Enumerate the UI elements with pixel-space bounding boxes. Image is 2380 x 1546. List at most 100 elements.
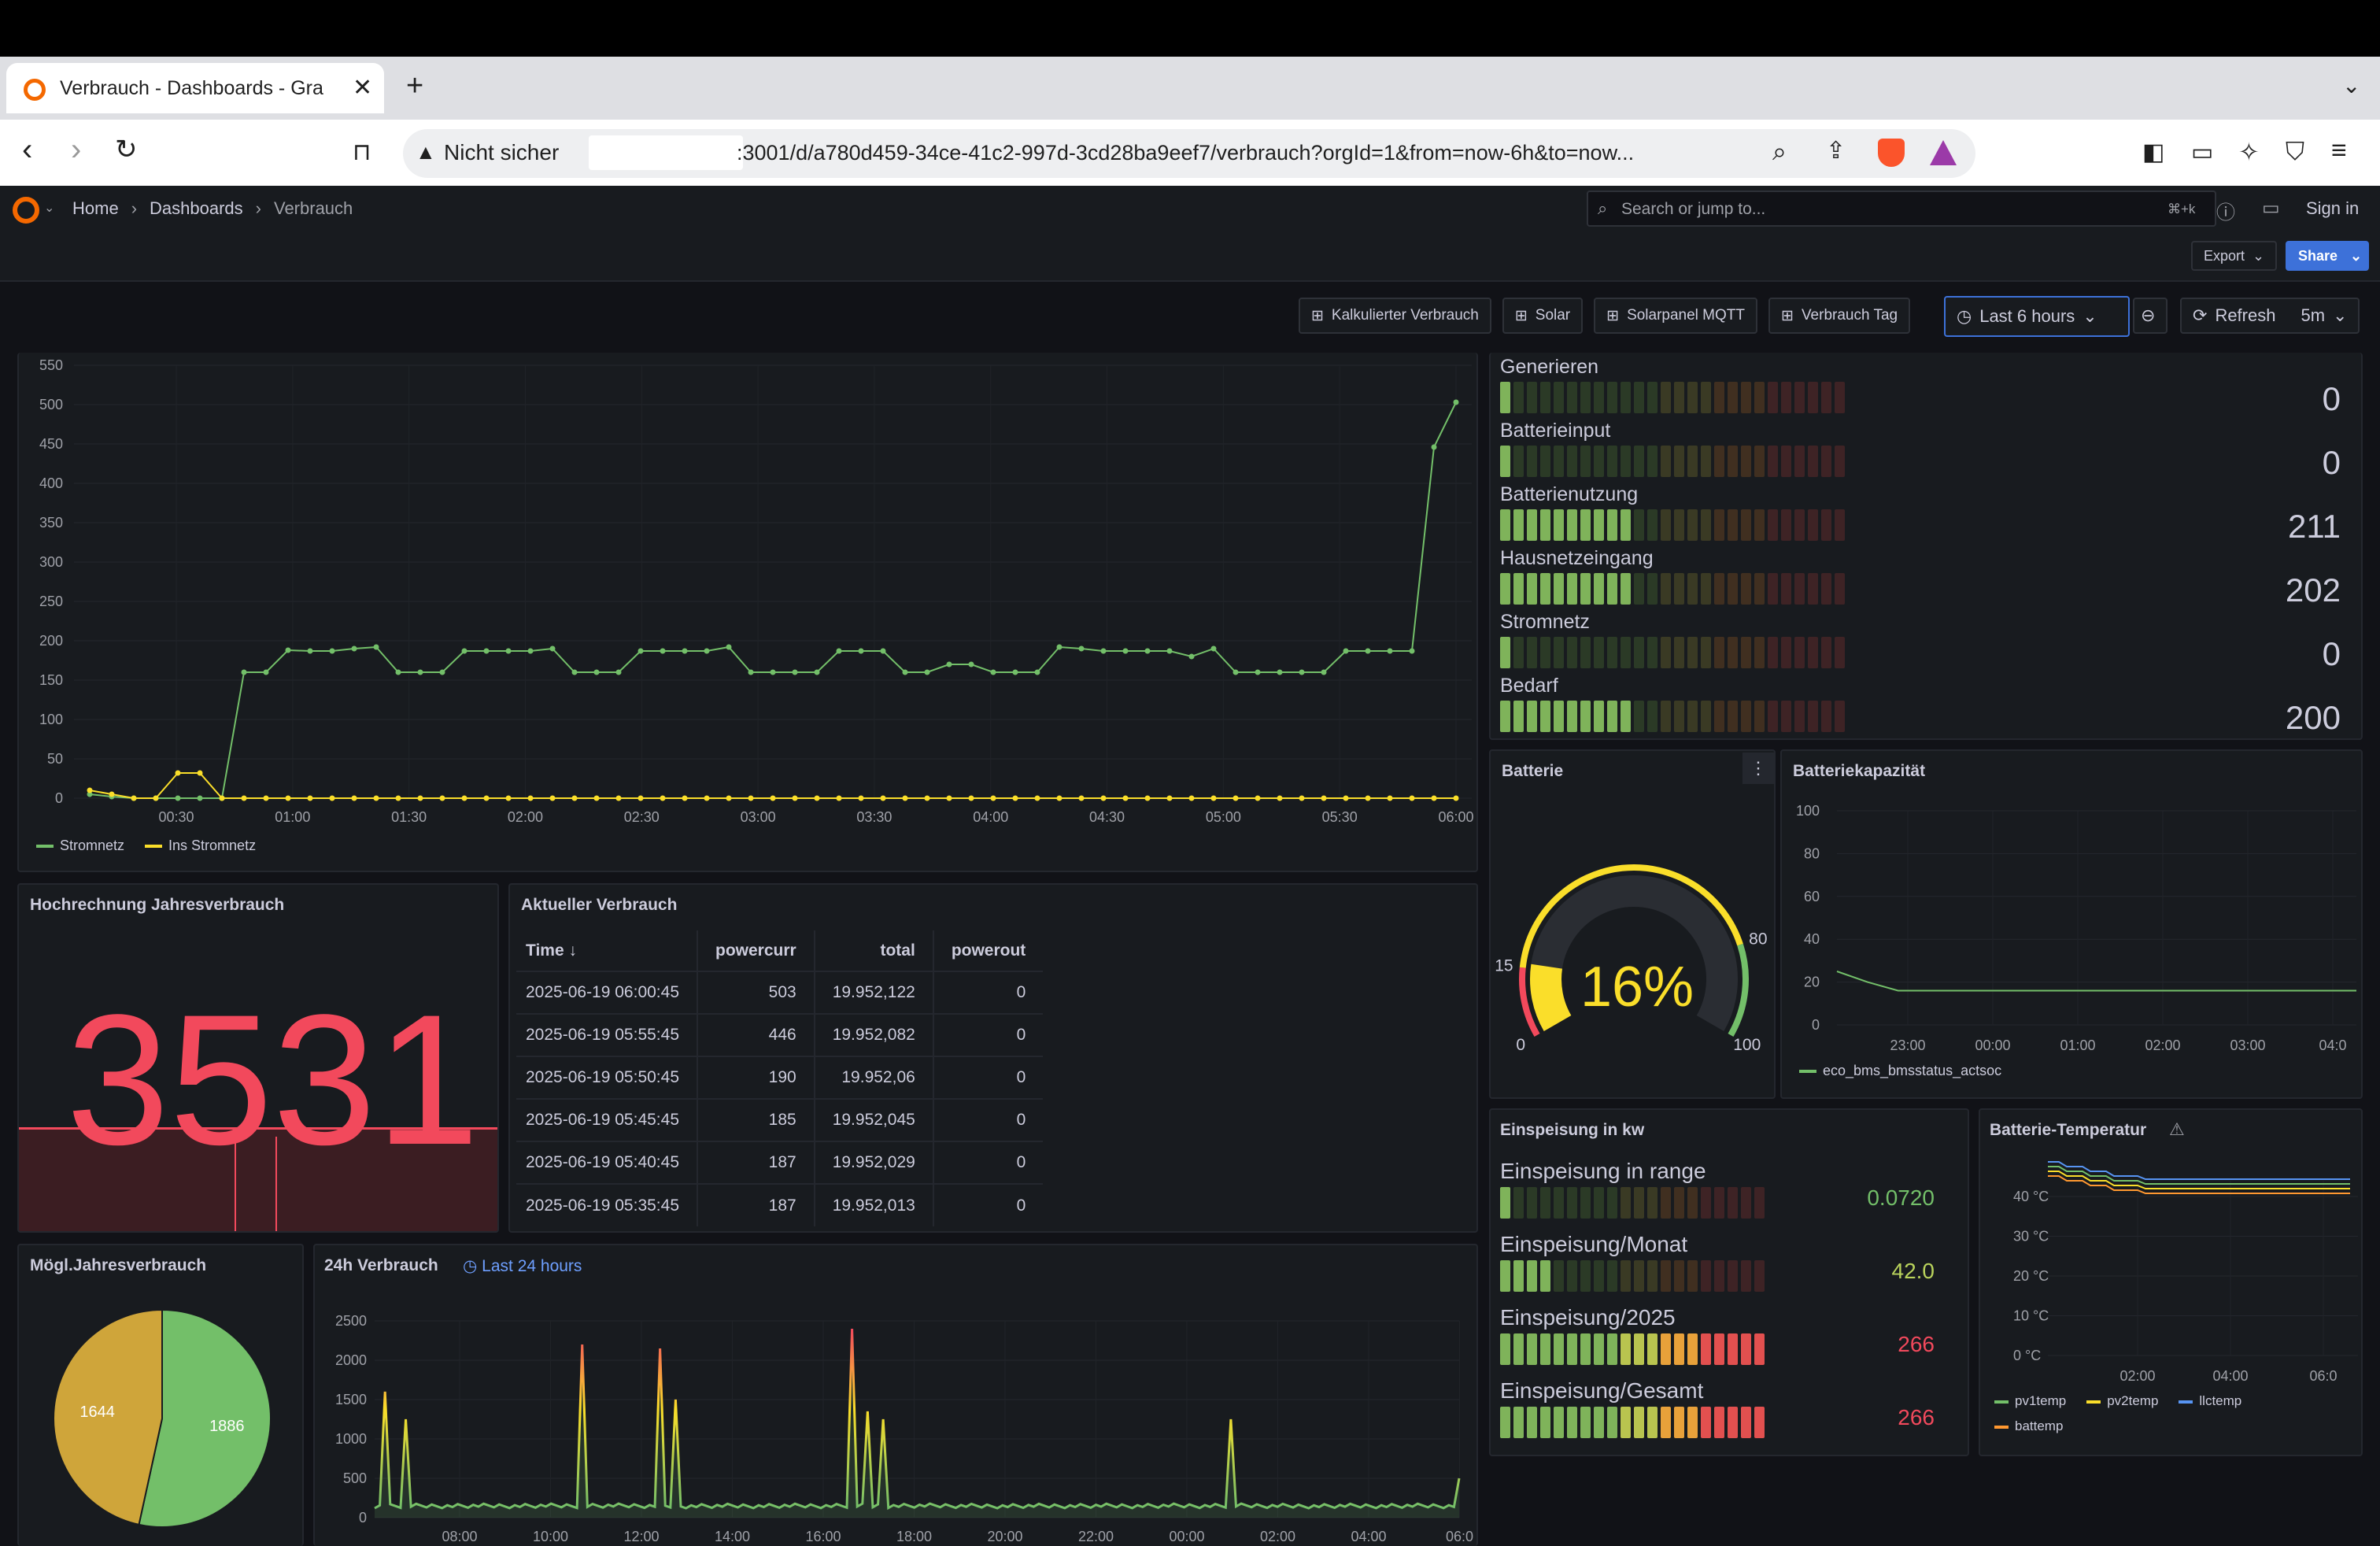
table-row[interactable]: 2025-06-19 05:55:45 446 19.952,082 0 xyxy=(516,1013,1044,1056)
data-point xyxy=(395,795,401,801)
legend-label: pv2temp xyxy=(2107,1393,2159,1408)
table-row[interactable]: 2025-06-19 06:00:45 503 19.952,122 0 xyxy=(516,971,1044,1014)
table-row[interactable]: 2025-06-19 05:50:45 190 19.952,06 0 xyxy=(516,1056,1044,1099)
table-cell: 0 xyxy=(932,1013,1044,1056)
gauge-cell xyxy=(1647,701,1658,732)
menu-icon[interactable]: ≡ xyxy=(2331,135,2347,166)
y-tick-label: 20 °C xyxy=(2013,1268,2049,1284)
help-icon[interactable]: ⓘ xyxy=(2216,197,2235,224)
gauge-cell xyxy=(1607,1187,1617,1219)
gauge-cell xyxy=(1500,573,1510,605)
gauge-cell xyxy=(1687,509,1698,541)
brave-shield-icon[interactable] xyxy=(1878,139,1905,167)
tab-list-chevron-icon[interactable]: ⌄ xyxy=(2342,72,2360,98)
column-header-total[interactable]: total xyxy=(813,930,933,971)
table-row[interactable]: 2025-06-19 05:45:45 185 19.952,045 0 xyxy=(516,1098,1044,1141)
bookmark-icon[interactable]: ⊓ xyxy=(353,139,371,166)
legend-item-ins-stromnetz[interactable]: Ins Stromnetz xyxy=(145,838,256,854)
zoom-out-button[interactable]: ⊖ xyxy=(2133,298,2168,334)
x-tick-label: 00:30 xyxy=(158,809,194,825)
column-header-powerout[interactable]: powerout xyxy=(932,930,1044,971)
x-tick-label: 06:00 xyxy=(1438,809,1473,825)
grafana-logo-icon[interactable] xyxy=(13,197,39,224)
sign-in-link[interactable]: Sign in xyxy=(2306,198,2359,219)
breadcrumb-home[interactable]: Home xyxy=(72,198,119,219)
back-icon[interactable]: ‹ xyxy=(22,132,32,168)
share-button[interactable]: Share ⌄ xyxy=(2286,241,2369,271)
y-tick-label: 0 xyxy=(1812,1017,1820,1033)
gauge-cell xyxy=(1794,573,1805,605)
brave-rewards-icon[interactable] xyxy=(1930,140,1957,165)
data-point xyxy=(1078,645,1085,652)
data-point xyxy=(549,795,556,801)
data-point xyxy=(549,645,556,652)
new-tab-icon[interactable]: + xyxy=(406,69,423,103)
close-tab-icon[interactable]: ✕ xyxy=(353,74,372,102)
legend-item-pv1temp[interactable]: pv1temp xyxy=(1994,1393,2066,1409)
legend-item-pv2temp[interactable]: pv2temp xyxy=(2086,1393,2158,1409)
column-header-powercurr[interactable]: powercurr xyxy=(697,930,815,971)
gauge-cell xyxy=(1554,446,1564,477)
browser-tab[interactable]: Verbrauch - Dashboards - Gra ✕ xyxy=(6,63,384,113)
gauge-cell xyxy=(1500,1407,1510,1438)
reload-icon[interactable]: ↻ xyxy=(115,134,138,165)
link-solar[interactable]: ⊞ Solar xyxy=(1502,298,1584,334)
breadcrumb-dashboards[interactable]: Dashboards xyxy=(150,198,243,219)
logo-chevron-icon[interactable]: ⌄ xyxy=(44,200,54,216)
zoom-icon[interactable]: ⌕ xyxy=(1772,137,1787,167)
gauge-cell xyxy=(1540,1333,1550,1365)
data-point xyxy=(1188,653,1195,660)
gauge-cell xyxy=(1687,446,1698,477)
column-header-time[interactable]: Time ↓ xyxy=(516,930,697,971)
data-point xyxy=(990,795,996,801)
share-label: Share xyxy=(2298,247,2338,264)
kiosk-icon[interactable]: ▭ xyxy=(2262,197,2280,220)
link-verbrauch-tag[interactable]: ⊞ Verbrauch Tag xyxy=(1768,298,1911,334)
data-point xyxy=(1122,795,1129,801)
gauge-cell xyxy=(1674,701,1684,732)
table-cell: 2025-06-19 05:40:45 xyxy=(516,1141,697,1184)
time-range-picker[interactable]: ◷ Last 6 hours ⌄ xyxy=(1944,296,2130,337)
data-point xyxy=(792,669,798,675)
wallet-icon[interactable]: ▭ xyxy=(2191,139,2213,166)
legend-item-llctemp[interactable]: llctemp xyxy=(2179,1393,2241,1409)
legend-item-actsoc[interactable]: eco_bms_bmsstatus_actsoc xyxy=(1799,1063,2001,1079)
leo-ai-icon[interactable]: ✧ xyxy=(2238,137,2260,167)
gauge-cell xyxy=(1741,382,1751,413)
einspeisung-3-value: 266 xyxy=(1898,1405,1935,1429)
gauge-cell xyxy=(1674,446,1684,477)
link-kalkulierter-verbrauch[interactable]: ⊞ Kalkulierter Verbrauch xyxy=(1299,298,1491,334)
refresh-button[interactable]: ⟳ Refresh 5m ⌄ xyxy=(2180,298,2360,334)
gauge-cell xyxy=(1835,382,1845,413)
gauge-cell xyxy=(1634,509,1644,541)
legend-swatch xyxy=(1994,1425,2009,1429)
share-page-icon[interactable]: ⇪ xyxy=(1826,137,1846,165)
gauge-cell xyxy=(1674,509,1684,541)
search-input[interactable]: ⌕ Search or jump to... ⌘+k xyxy=(1587,190,2216,227)
table-row[interactable]: 2025-06-19 05:40:45 187 19.952,029 0 xyxy=(516,1141,1044,1184)
einspeisung-1-bar xyxy=(1500,1260,1768,1296)
vpn-shield-icon[interactable]: ⛉ xyxy=(2286,137,2304,167)
export-button[interactable]: Export ⌄ xyxy=(2191,241,2278,271)
stat-value: 3531 xyxy=(66,976,480,1184)
data-point xyxy=(1255,669,1261,675)
gauge-cell xyxy=(1835,573,1845,605)
search-placeholder: Search or jump to... xyxy=(1621,200,1766,218)
gauge-cell xyxy=(1580,1260,1591,1292)
os-menu-bar xyxy=(0,0,2380,57)
legend-item-battemp[interactable]: battemp xyxy=(1994,1418,2152,1434)
gauge-cell xyxy=(1607,573,1617,605)
legend-item-stromnetz[interactable]: Stromnetz xyxy=(36,838,124,854)
sidebar-toggle-icon[interactable]: ◧ xyxy=(2142,139,2164,166)
table-cell: 19.952,122 xyxy=(813,971,933,1014)
link-solarpanel-mqtt[interactable]: ⊞ Solarpanel MQTT xyxy=(1594,298,1758,334)
data-point xyxy=(109,791,115,797)
y-tick-label: 0 xyxy=(359,1510,367,1526)
table-row[interactable]: 2025-06-19 05:35:45 187 19.952,013 0 xyxy=(516,1183,1044,1226)
legend-label: Ins Stromnetz xyxy=(168,838,257,853)
bargauge-3-label: Hausnetzeingang xyxy=(1500,547,1654,569)
address-bar[interactable]: ▲ Nicht sicher :3001/d/a780d459-34ce-41c… xyxy=(403,129,1975,178)
data-point xyxy=(1299,669,1305,675)
table-cell: 19.952,029 xyxy=(813,1141,933,1184)
forward-icon[interactable]: › xyxy=(71,132,81,168)
